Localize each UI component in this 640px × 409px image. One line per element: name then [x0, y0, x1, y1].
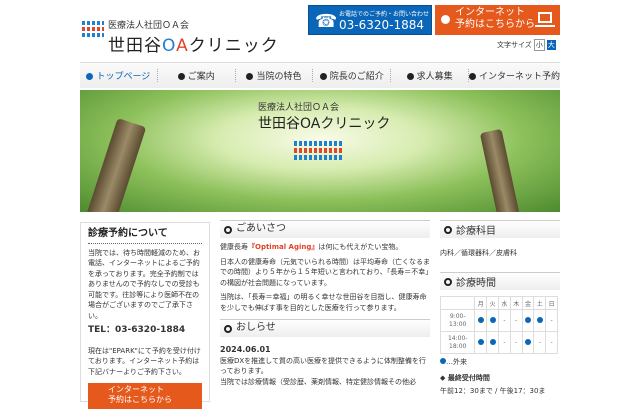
hero-logo: 医療法人社団ＯＡ会 世田谷OAクリニック	[258, 100, 390, 160]
phone-banner[interactable]: ☎ お電話でのご予約・お問い合わせ 03-6320-1884	[308, 5, 432, 35]
clinic-logo[interactable]: 医療法人社団ＯＡ会 世田谷OAクリニック	[82, 18, 279, 56]
font-small-button[interactable]: 小	[533, 39, 545, 51]
nav-director[interactable]: 院長のご紹介	[313, 69, 392, 82]
dna-logo-icon	[82, 21, 104, 56]
hours-row: 9:00- 13:00- - -	[439, 309, 558, 332]
open-dot-icon	[477, 316, 484, 323]
clinic-name: 世田谷OAクリニック	[108, 36, 279, 56]
open-dot-icon	[477, 338, 484, 345]
greeting-p3: 当院は、「長寿＝幸福」の明るく幸せな世田谷を目指し、健康寿命を少しでも伸ばす事を…	[220, 293, 427, 312]
tel-number: 03-6320-1884	[339, 18, 425, 32]
open-dot-icon	[489, 316, 496, 323]
open-dot-icon	[489, 338, 496, 345]
nav-features[interactable]: 当院の特色	[236, 69, 314, 82]
epark-text: 現在は"EPARK"にて予約を受け付けております。インターネット予約は下記バナー…	[88, 346, 201, 376]
org-name: 医療法人社団ＯＡ会	[108, 21, 190, 31]
sidebar-web-reservation-button[interactable]: インターネット 予約はこちらから	[88, 383, 202, 409]
greeting-p1: 健康長寿『Optimal Aging』は何にも代えがたい宝物。	[220, 243, 403, 251]
web-reservation-banner[interactable]: インターネット 予約はこちらから	[435, 5, 560, 35]
computer-icon	[538, 12, 552, 23]
right-column: 診療科目 内科／循環器科／皮膚科 診療時間 月火水木金土日 9:00- 13:00…	[439, 220, 560, 396]
news-date: 2024.06.01	[220, 345, 271, 354]
nav-web-reservation[interactable]: インターネット予約	[468, 69, 560, 82]
greeting-heading: ごあいさつ	[220, 220, 430, 238]
legend-text: …外来	[446, 358, 467, 366]
main-content: ごあいさつ 健康長寿『Optimal Aging』は何にも代えがたい宝物。 日本…	[220, 220, 430, 387]
departments-heading: 診療科目	[440, 220, 560, 238]
arrow-circle-icon	[441, 15, 450, 24]
hours-row: 14:00- 18:00- - - -	[439, 331, 558, 354]
hero-banner: 医療法人社団ＯＡ会 世田谷OAクリニック	[80, 90, 560, 212]
last-reception-text: 午前12：30まで / 午後17：30ま	[440, 387, 546, 395]
nav-top[interactable]: トップページ	[80, 69, 158, 82]
font-size-switcher: 文字サイズ 小 大	[497, 39, 556, 51]
last-reception-title: ◆ 最終受付時間	[440, 374, 490, 382]
sidebar-tel: TEL：03-6320-1884	[88, 325, 186, 335]
news-text: 医療DXを推進して質の高い医療を提供できるように体制整備を行っております。	[220, 356, 426, 376]
phone-icon: ☎	[315, 11, 338, 32]
news-text2: 当院では診療情報（受診歴、薬剤情報、特定健診情報その他必	[220, 377, 416, 386]
reservation-title: 診療予約について	[88, 228, 202, 244]
news-heading: おしらせ	[220, 319, 430, 337]
open-dot-icon	[536, 316, 543, 323]
font-large-button[interactable]: 大	[546, 40, 556, 50]
reservation-text: 当院では、待ち時間軽減のため、お電話、インターネットによるご予約を承っております…	[88, 248, 200, 320]
greeting-p2: 日本人の健康寿命（元気でいられる時間）は平均寿命（亡くなるまでの時間）より５年か…	[220, 257, 430, 287]
tel-caption: お電話でのご予約・お問い合わせ	[339, 11, 430, 18]
hours-heading: 診療時間	[440, 272, 560, 290]
reservation-info-box: 診療予約について 当院では、待ち時間軽減のため、お電話、インターネットによるご予…	[80, 222, 210, 409]
hours-table: 月火水木金土日 9:00- 13:00- - -14:00- 18:00- - - -	[439, 296, 558, 354]
nav-recruit[interactable]: 求人募集	[391, 69, 469, 82]
open-dot-icon	[524, 316, 531, 323]
nav-guide[interactable]: ご案内	[158, 69, 236, 82]
departments-text: 内科／循環器科／皮膚科	[440, 249, 517, 257]
open-dot-icon	[524, 338, 531, 345]
main-nav: トップページ ご案内 当院の特色 院長のご紹介 求人募集 インターネット予約	[80, 62, 560, 88]
dna-icon	[294, 141, 390, 160]
